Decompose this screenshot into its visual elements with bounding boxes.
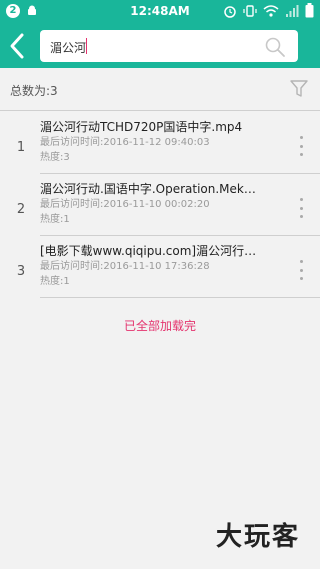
item-heat: 热度:3 — [40, 152, 70, 163]
back-button[interactable] — [6, 30, 30, 62]
wifi-icon — [263, 4, 279, 17]
item-index: 3 — [16, 264, 26, 279]
item-title: 湄公河行动TCHD720P国语中字.mp4 — [40, 120, 243, 134]
text-caret — [86, 38, 87, 54]
results-list: 1 湄公河行动TCHD720P国语中字.mp4 最后访问时间:2016-11-1… — [0, 112, 320, 298]
vibrate-icon — [243, 4, 257, 17]
item-title: [电影下载www.qiqipu.com]湄公河行… — [40, 244, 257, 258]
list-item[interactable]: 3 [电影下载www.qiqipu.com]湄公河行… 最后访问时间:2016-… — [0, 236, 320, 298]
item-index: 1 — [16, 140, 26, 155]
item-last-visit: 最后访问时间:2016-11-10 17:36:28 — [40, 261, 210, 272]
signal-icon — [286, 4, 299, 17]
alarm-icon — [224, 5, 236, 18]
item-heat: 热度:1 — [40, 214, 70, 225]
list-item[interactable]: 1 湄公河行动TCHD720P国语中字.mp4 最后访问时间:2016-11-1… — [0, 112, 320, 174]
item-content: 湄公河行动.国语中字.Operation.Mek… 最后访问时间:2016-11… — [40, 182, 320, 236]
item-last-visit: 最后访问时间:2016-11-10 00:02:20 — [40, 199, 210, 210]
summary-bar: 总数为:3 — [0, 68, 320, 111]
item-index: 2 — [16, 202, 26, 217]
battery-icon — [305, 3, 314, 18]
search-header — [0, 24, 320, 68]
search-input[interactable] — [48, 30, 262, 64]
total-count: 总数为:3 — [10, 84, 58, 98]
search-icon[interactable] — [264, 36, 286, 58]
more-options-icon[interactable] — [296, 260, 306, 280]
search-box — [40, 30, 298, 64]
all-loaded-message: 已全部加载完 — [123, 319, 196, 333]
item-content: 湄公河行动TCHD720P国语中字.mp4 最后访问时间:2016-11-12 … — [40, 120, 320, 174]
status-bar: 2 12:48AM — [0, 0, 320, 24]
item-content: [电影下载www.qiqipu.com]湄公河行… 最后访问时间:2016-11… — [40, 244, 320, 298]
item-heat: 热度:1 — [40, 276, 70, 287]
item-title: 湄公河行动.国语中字.Operation.Mek… — [40, 182, 256, 196]
list-item[interactable]: 2 湄公河行动.国语中字.Operation.Mek… 最后访问时间:2016-… — [0, 174, 320, 236]
more-options-icon[interactable] — [296, 136, 306, 156]
item-last-visit: 最后访问时间:2016-11-12 09:40:03 — [40, 137, 210, 148]
back-arrow-icon — [10, 33, 24, 59]
watermark-logo: 大玩客 — [215, 522, 300, 552]
more-options-icon[interactable] — [296, 198, 306, 218]
filter-icon[interactable] — [290, 80, 308, 98]
